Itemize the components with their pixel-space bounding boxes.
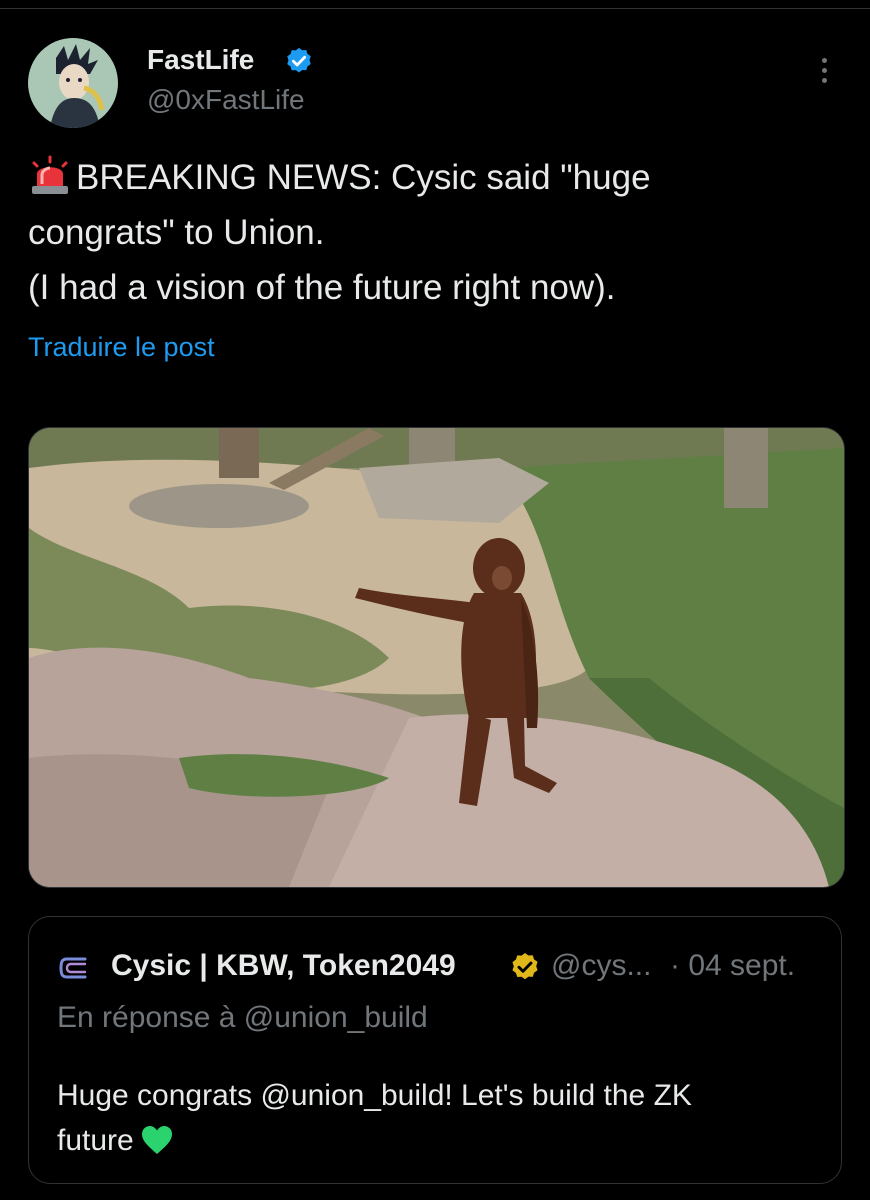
post-text-line-1: BREAKING NEWS: Cysic said "huge xyxy=(28,150,848,205)
siren-icon xyxy=(32,155,68,194)
green-heart-icon xyxy=(141,1126,172,1154)
quoted-text-line-1: Huge congrats @union_build! Let's build … xyxy=(57,1079,692,1112)
author-name[interactable]: FastLife xyxy=(147,44,254,76)
author-avatar[interactable] xyxy=(28,38,118,128)
translate-post-link[interactable]: Traduire le post xyxy=(28,332,215,363)
top-divider xyxy=(0,8,870,9)
post-text: BREAKING NEWS: Cysic said "huge congrats… xyxy=(28,150,848,315)
quoted-reply-to: En réponse à @union_build xyxy=(57,1001,428,1034)
quoted-text-line-2: future xyxy=(57,1118,817,1163)
verified-org-badge-icon xyxy=(512,953,538,980)
quoted-post-card[interactable]: Cysic | KBW, Token2049 @cys... · 04 sept… xyxy=(28,916,842,1184)
post-media-image[interactable] xyxy=(28,427,845,888)
verified-badge-icon xyxy=(287,47,311,73)
post-text-line-3: (I had a vision of the future right now)… xyxy=(28,268,616,307)
post-text-line-1-text: BREAKING NEWS: Cysic said "huge xyxy=(76,158,651,197)
quoted-author-name: Cysic | KBW, Token2049 xyxy=(111,949,456,982)
more-options-icon[interactable] xyxy=(812,58,836,90)
quoted-post-text: Huge congrats @union_build! Let's build … xyxy=(57,1073,817,1163)
post-text-line-2: congrats" to Union. xyxy=(28,213,325,252)
quoted-text-line-2-text: future xyxy=(57,1124,134,1157)
cysic-logo-icon xyxy=(59,957,87,979)
quoted-author-handle: @cys... xyxy=(551,949,652,982)
author-handle[interactable]: @0xFastLife xyxy=(147,84,305,116)
quoted-post-date: · 04 sept. xyxy=(670,949,796,982)
